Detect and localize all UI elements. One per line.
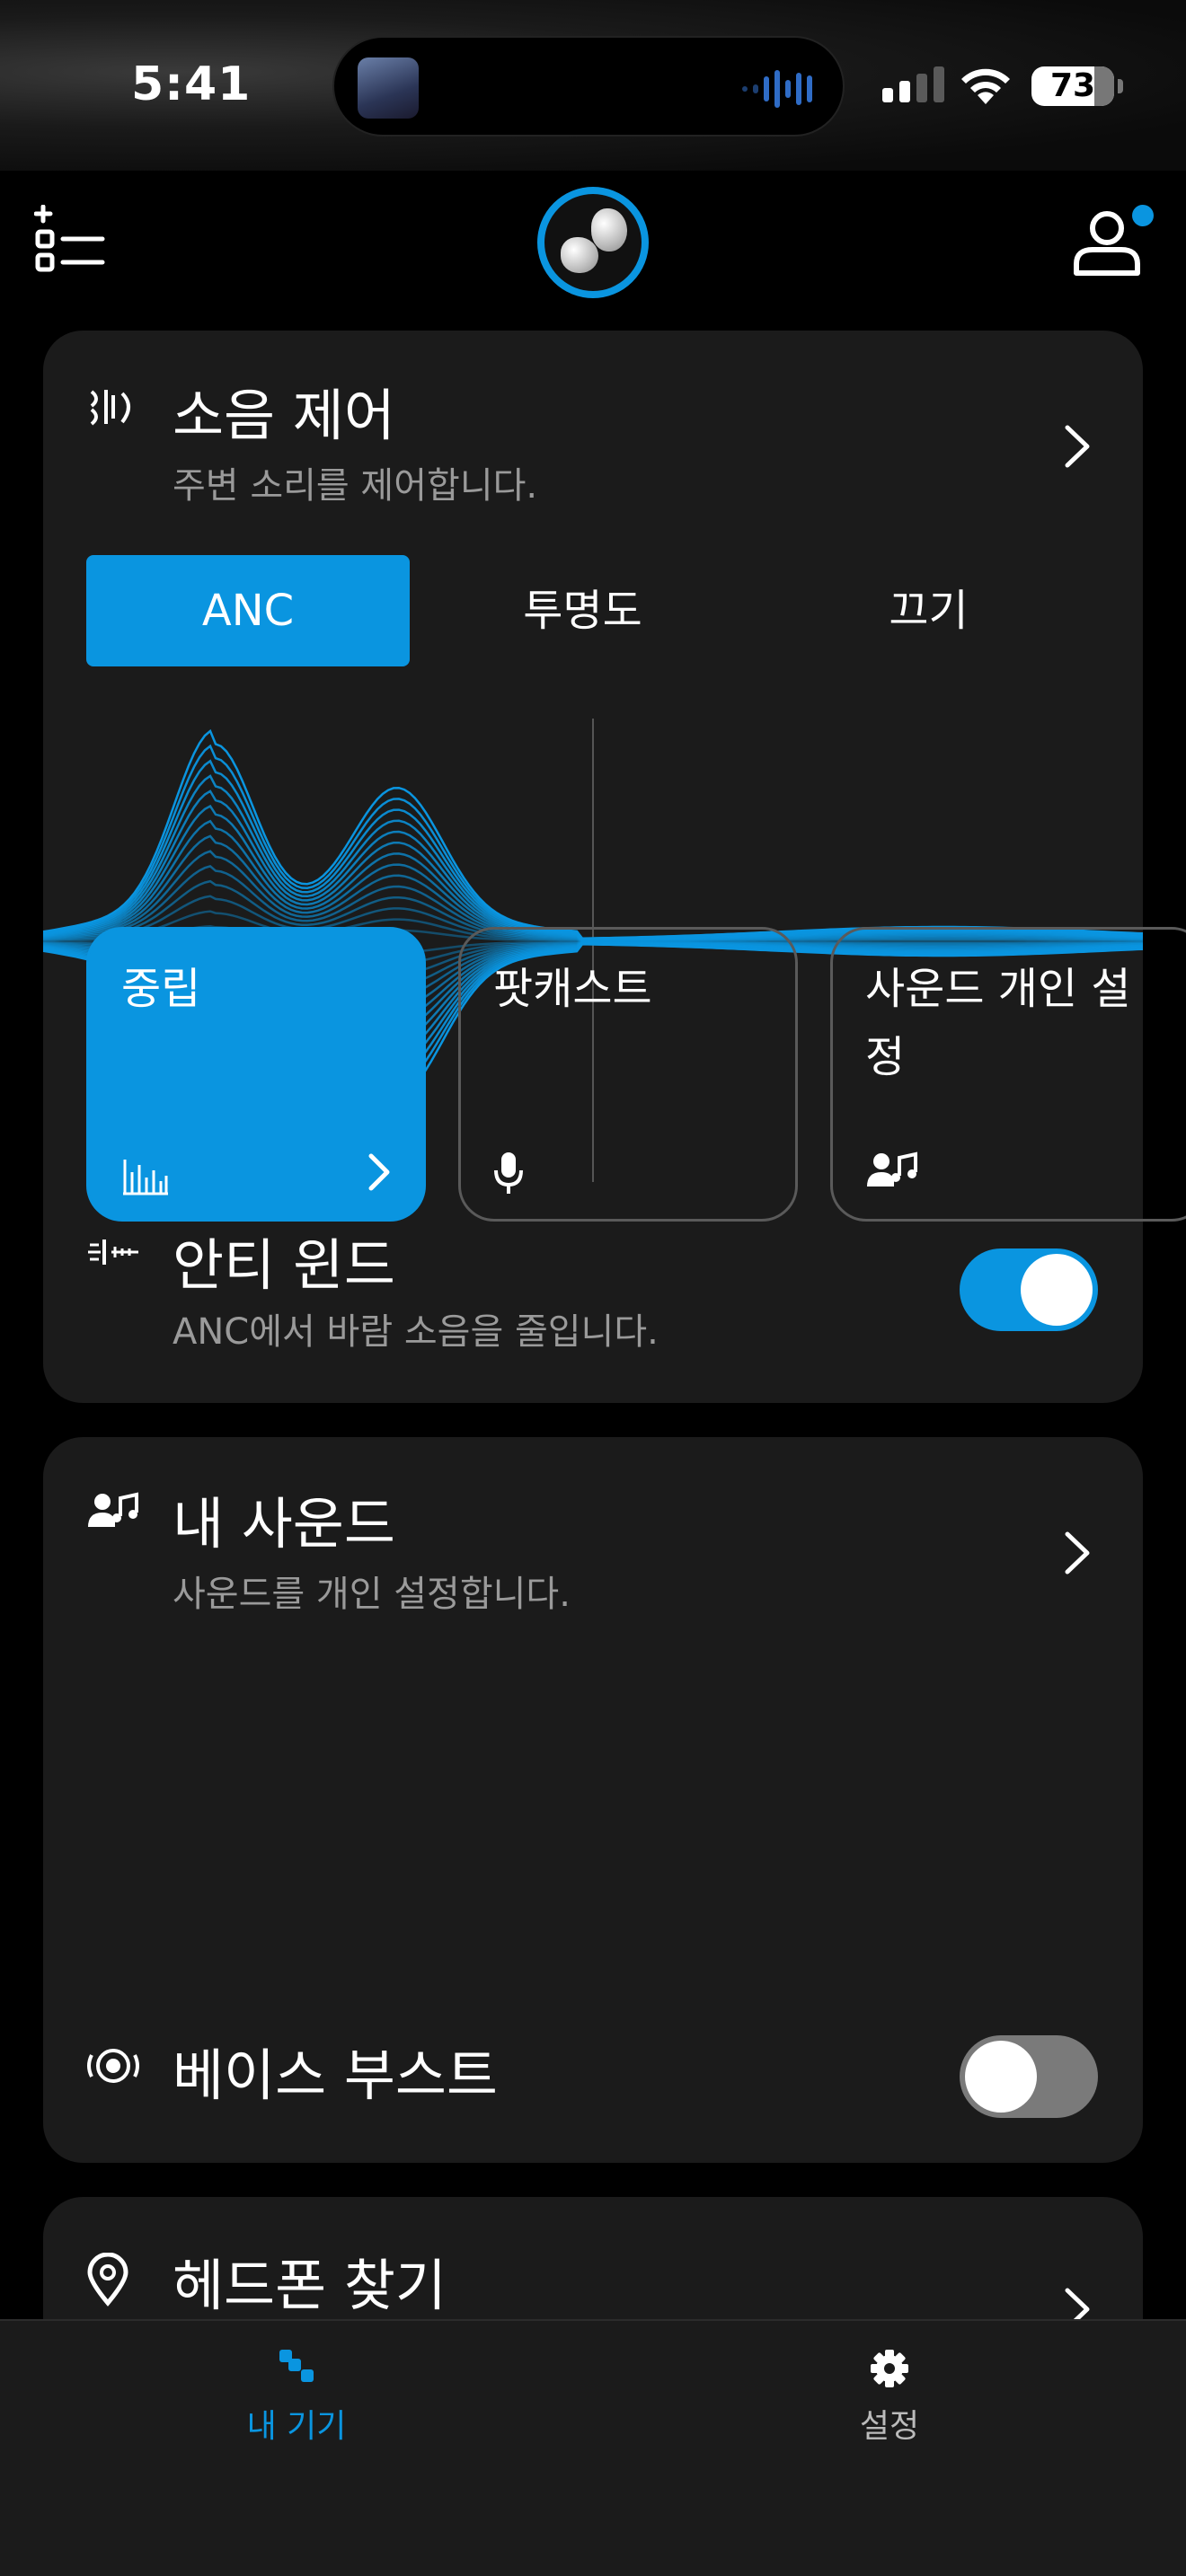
wifi-icon xyxy=(961,68,1010,104)
nav-my-devices[interactable]: 내 기기 xyxy=(162,2348,431,2447)
nav-settings-label: 설정 xyxy=(859,2408,920,2445)
preset-podcast-label: 팟캐스트 xyxy=(493,964,652,1014)
chevron-right-icon[interactable] xyxy=(1064,424,1091,469)
status-time: 5:41 xyxy=(131,57,252,111)
preset-neutral-label: 중립 xyxy=(121,964,201,1014)
audio-waveform-icon xyxy=(742,70,812,108)
chevron-right-icon[interactable] xyxy=(1064,1531,1091,1575)
preset-personalize-label: 사운드 개인 설정 xyxy=(865,964,1131,1082)
anti-wind-toggle[interactable] xyxy=(960,1248,1098,1331)
noise-mode-selector: ANC 투명도 끄기 xyxy=(86,555,1102,666)
bass-boost-title: 베이스 부스트 xyxy=(173,2042,498,2108)
microphone-icon xyxy=(494,1152,523,1194)
mode-transparency-tab[interactable]: 투명도 xyxy=(410,555,756,666)
earbuds-device-icon[interactable] xyxy=(537,187,649,298)
add-list-icon[interactable] xyxy=(34,205,106,277)
battery-icon: 73 xyxy=(1031,66,1123,106)
noise-control-title: 소음 제어 xyxy=(173,383,395,448)
preset-personalize-card[interactable]: 사운드 개인 설정 xyxy=(830,927,1186,1222)
dynamic-island[interactable] xyxy=(332,36,845,137)
noise-control-subtitle: 주변 소리를 제어합니다. xyxy=(173,465,538,507)
nav-settings[interactable]: 설정 xyxy=(755,2348,1024,2447)
bottom-navigation: 내 기기 설정 xyxy=(0,2319,1186,2576)
personal-sound-icon xyxy=(867,1151,917,1187)
mode-anc-tab[interactable]: ANC xyxy=(86,555,410,666)
chevron-right-icon xyxy=(368,1153,390,1191)
nav-my-devices-label: 내 기기 xyxy=(246,2408,347,2445)
location-pin-icon xyxy=(87,2253,128,2307)
wind-icon xyxy=(88,1239,138,1265)
find-headphones-title: 헤드폰 찾기 xyxy=(173,2253,447,2318)
preset-podcast-card[interactable]: 팟캐스트 xyxy=(458,927,798,1222)
notification-dot xyxy=(1132,205,1154,226)
bass-boost-toggle[interactable] xyxy=(960,2035,1098,2118)
personal-sound-icon xyxy=(88,1492,138,1527)
status-bar: 5:41 73 xyxy=(0,0,1186,171)
my-sound-subtitle: 사운드를 개인 설정합니다. xyxy=(173,1574,571,1615)
gear-icon xyxy=(871,2350,908,2387)
bass-boost-icon xyxy=(87,2049,139,2083)
noise-control-card: 소음 제어 주변 소리를 제어합니다. ANC 투명도 끄기 안티 윈드 ANC… xyxy=(43,331,1143,1403)
anti-wind-subtitle: ANC에서 바람 소음을 줄입니다. xyxy=(173,1311,659,1353)
now-playing-artwork xyxy=(358,57,419,119)
cellular-signal-icon xyxy=(882,66,944,102)
my-sound-title: 내 사운드 xyxy=(173,1491,395,1557)
equalizer-icon xyxy=(123,1160,168,1195)
anti-wind-title: 안티 윈드 xyxy=(173,1232,395,1298)
battery-level: 73 xyxy=(1049,67,1096,104)
mode-off-tab[interactable]: 끄기 xyxy=(756,555,1102,666)
preset-neutral-card[interactable]: 중립 xyxy=(86,927,426,1222)
devices-icon xyxy=(279,2350,314,2382)
noise-control-icon xyxy=(90,390,130,426)
